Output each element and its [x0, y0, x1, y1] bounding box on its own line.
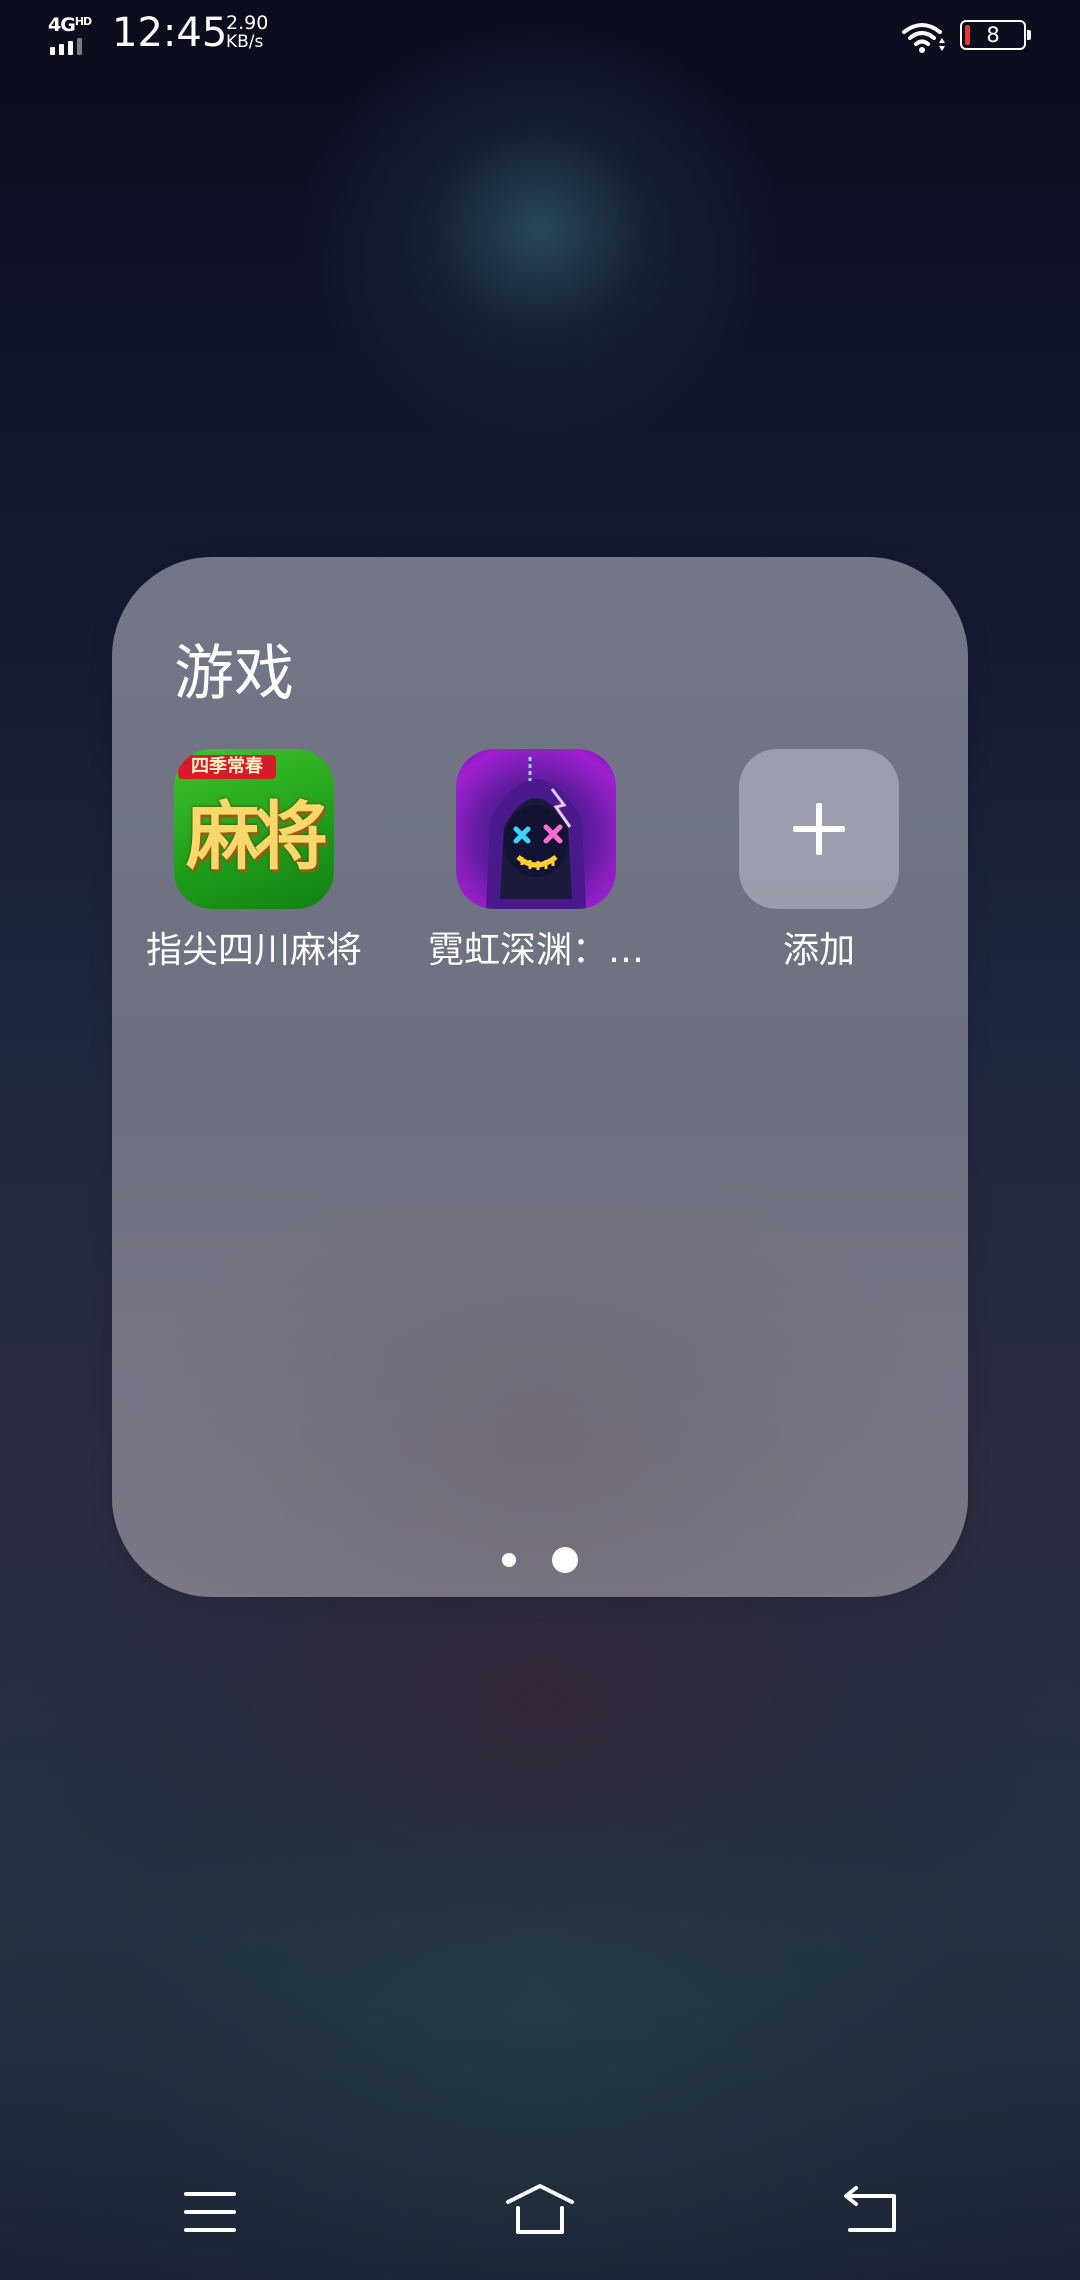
wifi-icon — [900, 20, 948, 56]
clock: 12:45 — [112, 10, 228, 56]
app-label: 指尖四川麻将 — [145, 930, 362, 971]
page-dot-2-active[interactable] — [552, 1547, 578, 1573]
status-bar: 4GHD 12:45 2.90 KB/s 8 — [0, 0, 1080, 72]
page-indicator[interactable] — [112, 1547, 968, 1573]
mahjong-app-icon[interactable]: 四季常春 麻将 — [174, 749, 334, 909]
signal-icon: 4GHD — [48, 14, 100, 55]
app-mahjong[interactable]: 四季常春 麻将 指尖四川麻将 — [129, 749, 379, 973]
menu-icon[interactable] — [170, 2170, 250, 2250]
battery-icon: 8 — [960, 20, 1031, 50]
back-icon[interactable] — [830, 2170, 910, 2250]
page-dot-1[interactable] — [502, 1553, 516, 1567]
home-icon[interactable] — [500, 2170, 580, 2250]
add-label: 添加 — [782, 930, 855, 971]
app-folder: 游戏 四季常春 麻将 指尖四川麻将 霓虹深渊：… 添加 — [112, 557, 968, 1597]
navigation-bar — [0, 2170, 1080, 2260]
folder-title[interactable]: 游戏 — [174, 625, 294, 712]
add-app-button[interactable]: 添加 — [694, 749, 944, 973]
plus-icon[interactable] — [739, 749, 899, 909]
app-neon-abyss[interactable]: 霓虹深渊：… — [411, 749, 661, 973]
neon-abyss-app-icon[interactable] — [456, 749, 616, 909]
battery-level: 8 — [986, 23, 1000, 47]
app-label: 霓虹深渊：… — [427, 930, 644, 971]
network-speed: 2.90 KB/s — [226, 12, 269, 52]
